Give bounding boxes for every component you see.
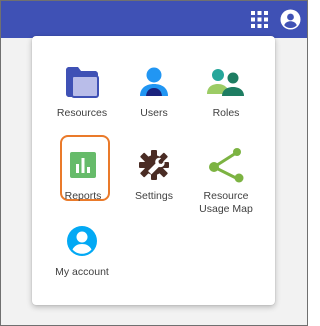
account-circle-icon[interactable] (280, 9, 301, 30)
share-icon (205, 144, 247, 186)
menu-item-label: Reports (64, 190, 102, 202)
menu-item-reports[interactable]: Reports (43, 133, 123, 219)
apps-grid-icon[interactable] (251, 11, 268, 28)
user-icon (133, 61, 175, 103)
menu-item-settings[interactable]: Settings (114, 133, 194, 219)
menu-item-label: My account (55, 266, 109, 278)
menu-item-roles[interactable]: Roles (186, 50, 266, 136)
apps-menu-popup: Resources Users Roles Reports Settings R… (32, 36, 275, 305)
menu-item-users[interactable]: Users (114, 50, 194, 136)
roles-icon (205, 61, 247, 103)
account-circle-icon (61, 220, 103, 262)
gear-wrench-icon (133, 144, 175, 186)
menu-item-label: Settings (135, 190, 173, 202)
menu-item-label: Roles (212, 107, 240, 119)
menu-item-label: Resources (56, 107, 108, 119)
menu-item-label: Users (140, 107, 168, 119)
menu-item-resources[interactable]: Resources (42, 50, 122, 136)
top-app-bar (1, 1, 307, 38)
bar-chart-icon (62, 144, 104, 186)
folder-icon (61, 61, 103, 103)
menu-item-my-account[interactable]: My account (42, 209, 122, 295)
menu-item-label: Resource Usage Map (199, 190, 253, 215)
menu-item-resource-usage-map[interactable]: Resource Usage Map (186, 133, 266, 219)
app-frame: Resources Users Roles Reports Settings R… (0, 0, 308, 326)
